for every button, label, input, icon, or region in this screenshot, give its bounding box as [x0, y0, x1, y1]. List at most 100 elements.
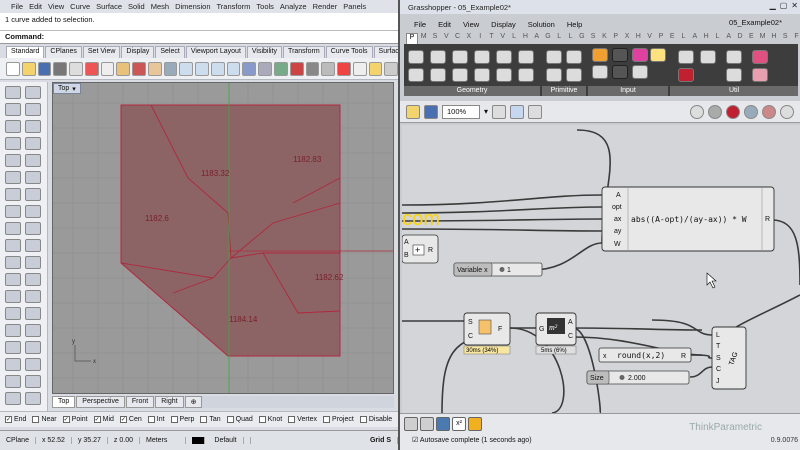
- category-tab[interactable]: M: [418, 33, 429, 44]
- gh-menu-display[interactable]: Display: [485, 20, 522, 29]
- open-folder-icon[interactable]: [21, 61, 36, 76]
- curve-icon[interactable]: [25, 103, 41, 116]
- rectangle-icon[interactable]: [5, 137, 21, 150]
- category-tab[interactable]: P: [655, 33, 666, 44]
- hatch-icon[interactable]: [5, 341, 21, 354]
- category-tab[interactable]: E: [667, 33, 678, 44]
- category-tab[interactable]: S: [429, 33, 440, 44]
- category-tab[interactable]: S: [587, 33, 598, 44]
- category-tab[interactable]: A: [531, 33, 542, 44]
- sphere-icon[interactable]: [25, 188, 41, 201]
- tab-visibility[interactable]: Visibility: [246, 46, 283, 58]
- point-param-icon[interactable]: [474, 68, 490, 82]
- ellipse-icon[interactable]: [5, 154, 21, 167]
- boolean-icon[interactable]: [25, 307, 41, 320]
- preview-shaded-icon[interactable]: [708, 104, 722, 119]
- undo-icon[interactable]: [132, 61, 146, 76]
- mirror-icon[interactable]: [25, 290, 41, 303]
- import-icon[interactable]: [420, 417, 434, 431]
- properties-icon[interactable]: [69, 61, 83, 76]
- polyline-icon[interactable]: [5, 103, 21, 116]
- group-icon[interactable]: [5, 375, 21, 388]
- select-arrow-icon[interactable]: [5, 86, 21, 99]
- split-icon[interactable]: [5, 239, 21, 252]
- export-icon[interactable]: [404, 417, 418, 431]
- osnap-cen[interactable]: ✓ Cen: [119, 416, 142, 423]
- zoom-icon[interactable]: [179, 61, 194, 76]
- category-tab[interactable]: A: [723, 33, 734, 44]
- viewport-title[interactable]: Top ▾: [53, 83, 81, 94]
- status-layer[interactable]: Default: [186, 436, 251, 445]
- save-file-icon[interactable]: [424, 104, 438, 119]
- bake-icon[interactable]: [762, 104, 776, 119]
- viewport-tab-front[interactable]: Front: [125, 396, 155, 408]
- analyze-icon[interactable]: [25, 341, 41, 354]
- viewport-tab-right[interactable]: Right: [155, 396, 184, 408]
- dimension-icon[interactable]: [5, 324, 21, 337]
- category-tab[interactable]: D: [734, 33, 745, 44]
- line-param-icon[interactable]: [430, 68, 446, 82]
- osnap-vertex[interactable]: Vertex: [288, 416, 317, 423]
- category-tab[interactable]: L: [554, 33, 565, 44]
- rotate-icon[interactable]: [25, 273, 41, 286]
- rhino-menu-analyze[interactable]: Analyze: [277, 2, 310, 11]
- osnap-mid[interactable]: ✓ Mid: [93, 416, 114, 423]
- python-icon[interactable]: [436, 417, 450, 431]
- osnap-tan[interactable]: Tan: [200, 416, 221, 423]
- category-tab[interactable]: C: [452, 33, 463, 44]
- osnap-checkbox[interactable]: [32, 416, 40, 423]
- tab-set-view[interactable]: Set View: [82, 46, 121, 58]
- category-tab[interactable]: H: [768, 33, 779, 44]
- pan-hand-icon[interactable]: [147, 61, 162, 76]
- text-param-icon[interactable]: [566, 68, 582, 82]
- gh-menu-edit[interactable]: Edit: [432, 20, 457, 29]
- number-param-icon[interactable]: [546, 68, 562, 82]
- osnap-int[interactable]: Int: [147, 416, 165, 423]
- arc-param-icon[interactable]: [408, 68, 424, 82]
- rhino-menu-panels[interactable]: Panels: [340, 2, 369, 11]
- rhino-menu-solid[interactable]: Solid: [125, 2, 148, 11]
- category-tab[interactable]: M: [757, 33, 768, 44]
- command-prompt[interactable]: Command:: [0, 31, 398, 44]
- extrude-icon[interactable]: [25, 171, 41, 184]
- osnap-checkbox[interactable]: ✓: [119, 416, 127, 423]
- osnap-checkbox[interactable]: [226, 416, 234, 423]
- scale-icon[interactable]: [5, 290, 21, 303]
- circle-icon[interactable]: [5, 120, 21, 133]
- rhino-menu-surface[interactable]: Surface: [93, 2, 125, 11]
- integer-param-icon[interactable]: [566, 50, 582, 64]
- category-tab[interactable]: G: [542, 33, 553, 44]
- category-tab[interactable]: X: [463, 33, 474, 44]
- slider-knob-icon[interactable]: [499, 267, 505, 272]
- gh-menu-file[interactable]: File: [408, 20, 432, 29]
- arrow-right-icon[interactable]: [726, 50, 742, 64]
- close-icon[interactable]: ✕: [791, 1, 798, 10]
- category-tab[interactable]: F: [791, 33, 800, 44]
- color-swatch-icon[interactable]: [632, 48, 648, 62]
- category-tab[interactable]: V: [441, 33, 452, 44]
- color-icon[interactable]: [337, 61, 351, 76]
- tab-display[interactable]: Display: [121, 46, 155, 58]
- save-icon[interactable]: [37, 61, 52, 76]
- tree-icon[interactable]: [678, 50, 694, 64]
- join-icon[interactable]: [25, 239, 41, 252]
- rhino-menu-transform[interactable]: Transform: [214, 2, 254, 11]
- gh-menu-view[interactable]: View: [457, 20, 485, 29]
- gh-menu-help[interactable]: Help: [561, 20, 588, 29]
- zoom-extents-canvas-icon[interactable]: [492, 104, 507, 119]
- box-icon[interactable]: [5, 188, 21, 201]
- cylinder-icon[interactable]: [25, 205, 41, 218]
- osnap-checkbox[interactable]: ✓: [62, 416, 70, 423]
- text-icon[interactable]: [25, 324, 41, 337]
- osnap-checkbox[interactable]: [147, 416, 155, 423]
- panel-icon[interactable]: [592, 48, 608, 62]
- shaded-view-icon[interactable]: [274, 61, 288, 76]
- layers-icon[interactable]: [25, 358, 41, 371]
- eye-icon[interactable]: [510, 104, 525, 119]
- osnap-checkbox[interactable]: [258, 416, 266, 423]
- osnap-point[interactable]: ✓ Point: [62, 416, 88, 423]
- render-preview-icon[interactable]: [780, 104, 794, 119]
- sketch-pen-icon[interactable]: [528, 104, 543, 119]
- move-icon[interactable]: [25, 256, 41, 269]
- brep-param-icon[interactable]: [496, 50, 512, 64]
